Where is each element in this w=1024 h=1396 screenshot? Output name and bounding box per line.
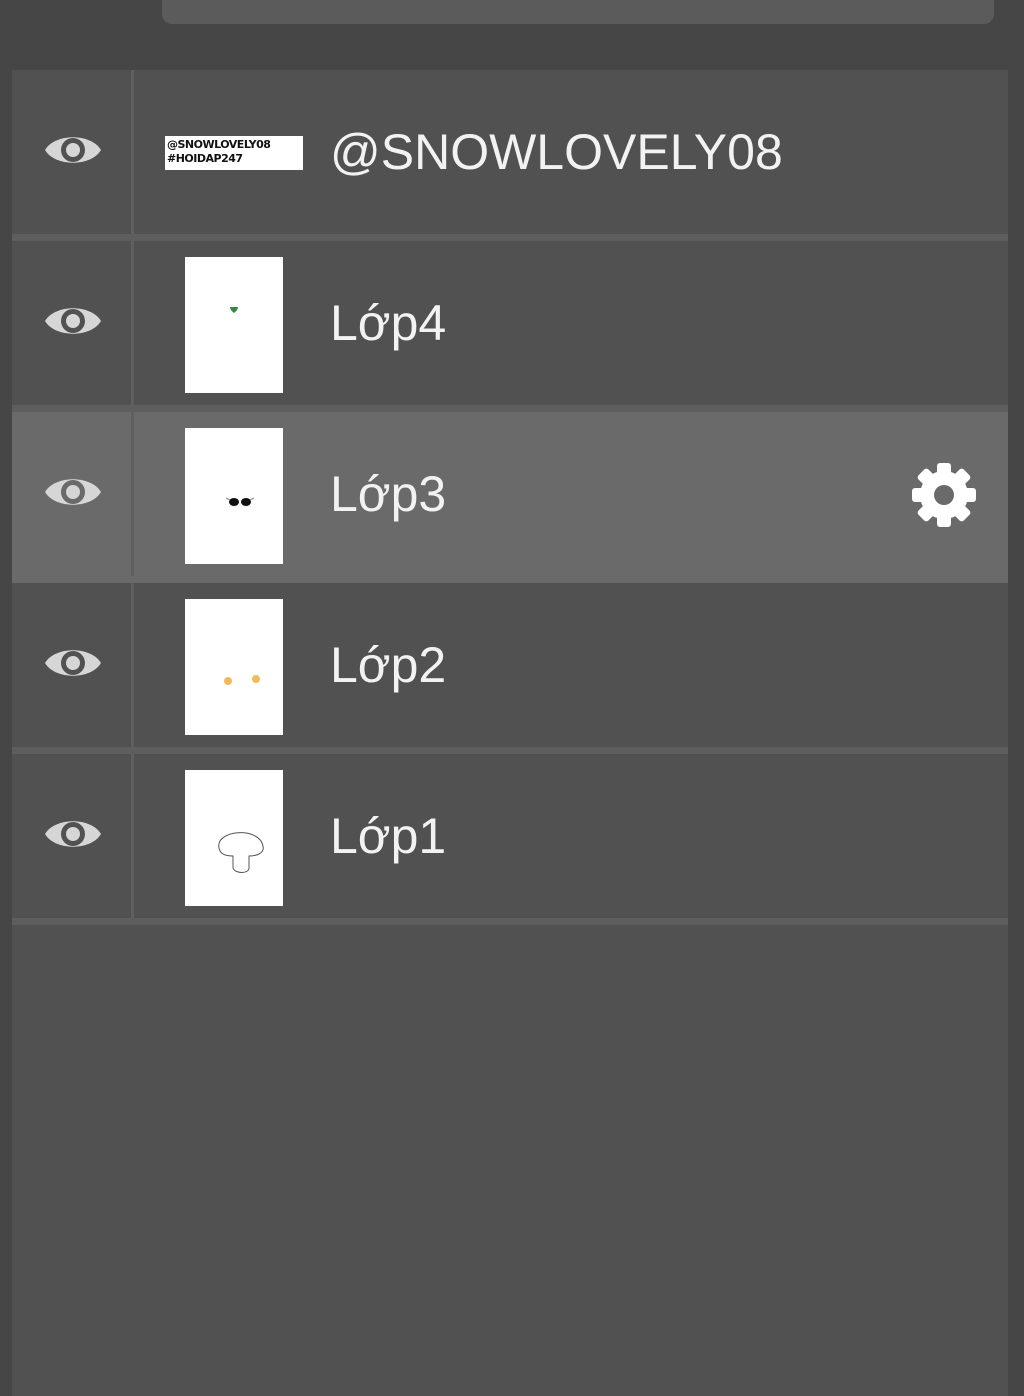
leaf-thumbnail-art [230,306,238,313]
layer-name: Lớp4 [330,295,447,351]
visibility-toggle[interactable] [12,70,134,234]
layer-row-lop1[interactable]: Lớp1 [12,754,1008,925]
cheeks-thumbnail-art [224,675,260,685]
visibility-toggle[interactable] [12,241,134,405]
layer-thumbnail [185,428,283,564]
visibility-toggle[interactable] [12,412,134,576]
eye-icon[interactable] [43,472,103,512]
visibility-toggle[interactable] [12,754,134,918]
layer-thumbnail [185,599,283,735]
layer-row-lop2[interactable]: Lớp2 [12,583,1008,754]
layer-row-lop4[interactable]: Lớp4 [12,241,1008,412]
layer-thumbnail [185,257,283,393]
thumbnail-text-line: #HOIDAP247 [167,152,243,165]
layer-name: Lớp1 [330,808,447,864]
layer-row-snowlovely08[interactable]: @SNOWLOVELY08 #HOIDAP247 @SNOWLOVELY08 [12,70,1008,241]
layer-name: Lớp2 [330,637,447,693]
eyes-thumbnail-art [225,497,255,506]
layer-name: @SNOWLOVELY08 [330,124,783,180]
layer-thumbnail: @SNOWLOVELY08 #HOIDAP247 [165,136,303,170]
eye-icon[interactable] [43,814,103,854]
layer-name: Lớp3 [330,466,447,522]
layer-row-lop3[interactable]: Lớp3 [12,412,1008,583]
mushroom-thumbnail-art [218,832,264,873]
top-toolbar [162,0,994,24]
layer-thumbnail [185,770,283,906]
thumbnail-text-line: @SNOWLOVELY08 [167,138,271,151]
eye-icon[interactable] [43,643,103,683]
eye-icon[interactable] [43,301,103,341]
visibility-toggle[interactable] [12,583,134,747]
eye-icon[interactable] [43,130,103,170]
gear-icon[interactable] [910,461,978,529]
layers-panel: @SNOWLOVELY08 #HOIDAP247 @SNOWLOVELY08 L… [12,70,1008,1396]
